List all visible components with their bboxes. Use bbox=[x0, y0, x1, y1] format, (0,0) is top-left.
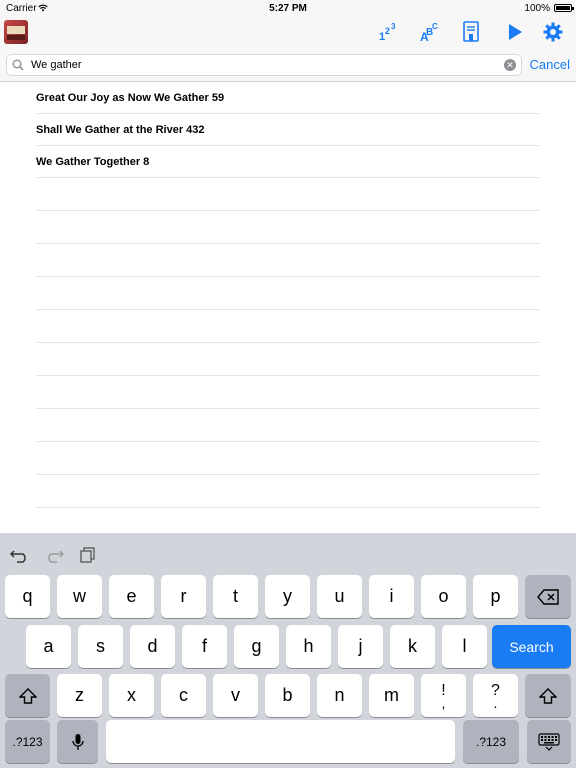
numbers-key-right[interactable]: .?123 bbox=[463, 720, 519, 763]
battery-percent: 100% bbox=[524, 3, 550, 14]
number-123-icon: 1 2 3 bbox=[379, 22, 396, 43]
key-i[interactable]: i bbox=[369, 575, 414, 618]
key-q[interactable]: q bbox=[5, 575, 50, 618]
search-icon bbox=[12, 59, 24, 71]
status-bar: Carrier 5:27 PM 100% bbox=[0, 0, 576, 16]
clock: 5:27 PM bbox=[269, 3, 307, 14]
key-t[interactable]: t bbox=[213, 575, 258, 618]
play-button[interactable] bbox=[503, 20, 527, 44]
search-input[interactable] bbox=[31, 57, 501, 73]
dictation-key[interactable] bbox=[57, 720, 98, 763]
number-sort-button[interactable]: 1 2 3 bbox=[376, 20, 400, 44]
key-b[interactable]: b bbox=[265, 674, 310, 717]
search-field[interactable]: ✕ bbox=[6, 54, 522, 76]
results-list: Great Our Joy as Now We Gather 59 Shall … bbox=[36, 82, 540, 508]
key-n[interactable]: n bbox=[317, 674, 362, 717]
key-e[interactable]: e bbox=[109, 575, 154, 618]
key-j[interactable]: j bbox=[338, 625, 383, 668]
key-l[interactable]: l bbox=[442, 625, 487, 668]
key-d[interactable]: d bbox=[130, 625, 175, 668]
key-f[interactable]: f bbox=[182, 625, 227, 668]
paste-icon[interactable] bbox=[78, 547, 98, 563]
keyboard-shortcut-bar bbox=[0, 533, 576, 573]
numbers-key-left[interactable]: .?123 bbox=[5, 720, 50, 763]
cancel-button[interactable]: Cancel bbox=[530, 57, 570, 72]
key-y[interactable]: y bbox=[265, 575, 310, 618]
list-item[interactable]: Shall We Gather at the River 432 bbox=[36, 114, 540, 146]
svg-text:C: C bbox=[432, 22, 438, 31]
hymnal-book-icon[interactable] bbox=[4, 20, 28, 44]
key-h[interactable]: h bbox=[286, 625, 331, 668]
empty-row bbox=[36, 475, 540, 508]
key-exclamation-comma[interactable]: ! , bbox=[421, 674, 466, 717]
key-r[interactable]: r bbox=[161, 575, 206, 618]
key-s[interactable]: s bbox=[78, 625, 123, 668]
empty-row bbox=[36, 343, 540, 376]
key-g[interactable]: g bbox=[234, 625, 279, 668]
hide-keyboard-key[interactable] bbox=[527, 720, 571, 763]
key-c[interactable]: c bbox=[161, 674, 206, 717]
shift-icon bbox=[18, 687, 37, 704]
play-icon bbox=[509, 24, 522, 40]
empty-row bbox=[36, 376, 540, 409]
space-bar[interactable] bbox=[106, 720, 455, 763]
search-bar: ✕ Cancel bbox=[0, 49, 576, 82]
undo-icon[interactable] bbox=[10, 547, 30, 563]
microphone-icon bbox=[71, 733, 84, 750]
shift-icon bbox=[539, 687, 557, 704]
list-item[interactable]: We Gather Together 8 bbox=[36, 146, 540, 178]
empty-row bbox=[36, 244, 540, 277]
clear-text-icon[interactable]: ✕ bbox=[504, 59, 516, 71]
key-v[interactable]: v bbox=[213, 674, 258, 717]
shift-key-right[interactable] bbox=[525, 674, 571, 717]
empty-row bbox=[36, 277, 540, 310]
key-o[interactable]: o bbox=[421, 575, 466, 618]
shift-key-left[interactable] bbox=[5, 674, 50, 717]
empty-row bbox=[36, 442, 540, 475]
key-a[interactable]: a bbox=[26, 625, 71, 668]
settings-button[interactable] bbox=[541, 20, 565, 44]
empty-row bbox=[36, 178, 540, 211]
search-key[interactable]: Search bbox=[492, 625, 571, 668]
redo-icon[interactable] bbox=[44, 547, 64, 563]
backspace-icon bbox=[537, 588, 559, 605]
battery-icon bbox=[554, 4, 574, 12]
key-p[interactable]: p bbox=[473, 575, 518, 618]
keyboard-dismiss-icon bbox=[538, 732, 560, 751]
list-item[interactable]: Great Our Joy as Now We Gather 59 bbox=[36, 82, 540, 114]
key-bottom-char: . bbox=[493, 694, 498, 711]
key-u[interactable]: u bbox=[317, 575, 362, 618]
toolbar: 1 2 3 A B C bbox=[0, 16, 576, 49]
key-k[interactable]: k bbox=[390, 625, 435, 668]
svg-text:2: 2 bbox=[385, 26, 390, 36]
gear-icon bbox=[543, 22, 563, 42]
key-bottom-char: , bbox=[441, 694, 446, 711]
delete-key[interactable] bbox=[525, 575, 571, 618]
alpha-sort-button[interactable]: A B C bbox=[417, 20, 441, 44]
key-question-period[interactable]: ? . bbox=[473, 674, 518, 717]
bookmark-icon bbox=[463, 21, 479, 42]
empty-row bbox=[36, 211, 540, 244]
keyboard: q w e r t y u i o p a s d f g h j k l Se… bbox=[0, 533, 576, 768]
empty-row bbox=[36, 310, 540, 343]
key-x[interactable]: x bbox=[109, 674, 154, 717]
empty-row bbox=[36, 409, 540, 442]
svg-text:3: 3 bbox=[391, 22, 396, 31]
key-w[interactable]: w bbox=[57, 575, 102, 618]
key-z[interactable]: z bbox=[57, 674, 102, 717]
alphabet-abc-icon: A B C bbox=[420, 22, 438, 43]
bookmark-button[interactable] bbox=[459, 20, 483, 44]
key-m[interactable]: m bbox=[369, 674, 414, 717]
